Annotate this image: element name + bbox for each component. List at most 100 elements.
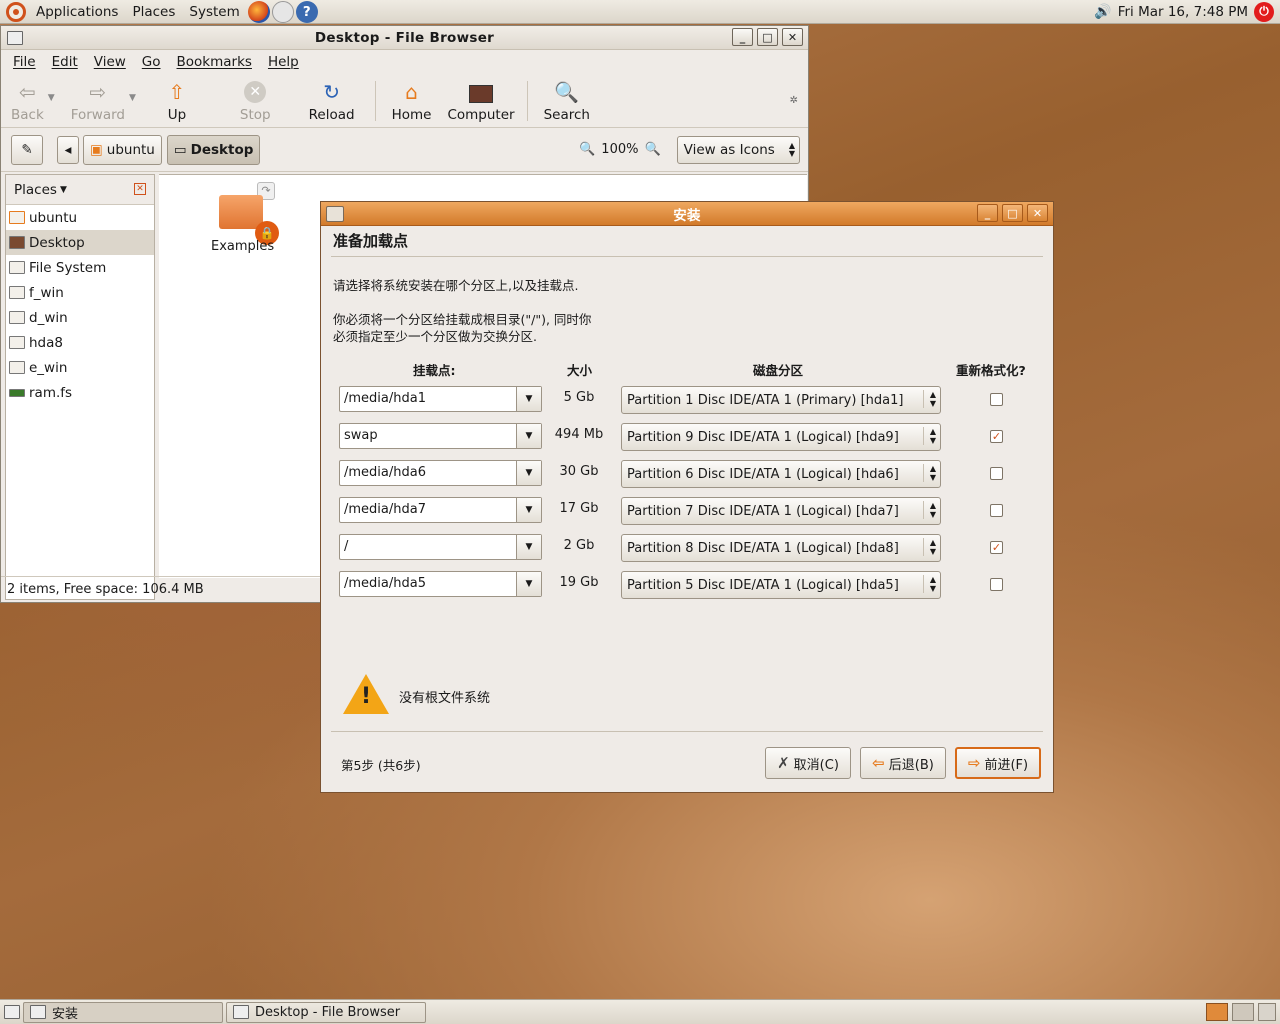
power-icon[interactable]: ⏻	[1254, 1, 1274, 22]
maximize-button[interactable]: □	[757, 28, 778, 46]
dropdown-arrow-icon[interactable]: ▼	[516, 535, 541, 559]
zoom-out-icon[interactable]: 🔍	[579, 142, 595, 157]
folder-icon[interactable]	[219, 195, 263, 229]
trash-icon[interactable]	[1258, 1003, 1276, 1021]
cancel-button[interactable]: ✗ 取消(C)	[765, 747, 851, 779]
partition-select[interactable]: Partition 6 Disc IDE/ATA 1 (Logical) [hd…	[621, 460, 941, 488]
sidebar-item-hda8[interactable]: hda8	[6, 330, 154, 355]
installer-icon	[30, 1005, 46, 1019]
forward-button[interactable]: ⇨ 前进(F)	[955, 747, 1041, 779]
up-button[interactable]: ⇧ Up	[136, 77, 210, 123]
workspace-switcher-1[interactable]	[1206, 1003, 1228, 1021]
menu-applications[interactable]: Applications	[29, 0, 125, 24]
menu-go[interactable]: Go	[134, 54, 169, 70]
cancel-icon: ✗	[777, 754, 790, 772]
taskbar-item-installer[interactable]: 安装	[23, 1001, 223, 1023]
menu-view[interactable]: View	[86, 54, 134, 70]
dropdown-arrow-icon[interactable]: ▼	[516, 387, 541, 411]
close-button[interactable]: ✕	[1027, 204, 1048, 222]
maximize-button[interactable]: □	[1002, 204, 1023, 222]
reformat-checkbox[interactable]	[990, 504, 1003, 517]
clock[interactable]: Fri Mar 16, 7:48 PM	[1118, 4, 1248, 20]
help-icon[interactable]: ?	[295, 0, 318, 23]
dropdown-arrow-icon[interactable]: ▼	[516, 461, 541, 485]
sidebar-item-e-win[interactable]: e_win	[6, 355, 154, 380]
installer-title: 安装	[673, 207, 701, 224]
menu-system[interactable]: System	[182, 0, 246, 24]
sidebar-item-d-win[interactable]: d_win	[6, 305, 154, 330]
home-button[interactable]: ⌂ Home	[382, 77, 442, 123]
sidebar-header[interactable]: Places ▼ ✕	[6, 175, 154, 205]
workspace-switcher-2[interactable]	[1232, 1003, 1254, 1021]
partition-row: /media/hda1 ▼ 5 Gb Partition 1 Disc IDE/A…	[321, 386, 1055, 416]
forward-history-dropdown[interactable]: ▼	[129, 93, 136, 103]
crumb-desktop[interactable]: ▭ Desktop	[166, 134, 261, 165]
taskbar-item-file-browser[interactable]: Desktop - File Browser	[226, 1001, 426, 1023]
reformat-checkbox[interactable]	[990, 467, 1003, 480]
reformat-checkbox[interactable]: ✓	[990, 541, 1003, 554]
sidebar-item-ram-fs[interactable]: ram.fs	[6, 380, 154, 405]
sidebar-item-file-system[interactable]: File System	[6, 255, 154, 280]
zoom-in-icon[interactable]: 🔍	[644, 142, 660, 157]
close-button[interactable]: ✕	[782, 28, 803, 46]
menu-help[interactable]: Help	[260, 54, 307, 70]
dropdown-arrow-icon[interactable]: ▼	[516, 424, 541, 448]
mount-point-value[interactable]: /	[340, 535, 516, 559]
sidebar-item-ubuntu[interactable]: ubuntu	[6, 205, 154, 230]
partition-select[interactable]: Partition 1 Disc IDE/ATA 1 (Primary) [hd…	[621, 386, 941, 414]
file-browser-titlebar[interactable]: Desktop - File Browser _ □ ✕	[1, 26, 808, 50]
firefox-icon[interactable]	[247, 0, 270, 23]
minimize-button[interactable]: _	[732, 28, 753, 46]
zoom-level[interactable]: 100%	[601, 142, 638, 157]
mount-point-combo[interactable]: /media/hda6 ▼	[339, 460, 542, 486]
reformat-checkbox[interactable]: ✓	[990, 430, 1003, 443]
file-label-examples[interactable]: Examples	[211, 239, 274, 254]
dropdown-arrow-icon[interactable]: ▼	[516, 572, 541, 596]
mount-point-combo[interactable]: /media/hda7 ▼	[339, 497, 542, 523]
mount-point-combo[interactable]: swap ▼	[339, 423, 542, 449]
partition-select[interactable]: Partition 7 Disc IDE/ATA 1 (Logical) [hd…	[621, 497, 941, 525]
menu-places[interactable]: Places	[125, 0, 182, 24]
back-button[interactable]: ⇦ Back	[1, 77, 48, 123]
partition-select[interactable]: Partition 9 Disc IDE/ATA 1 (Logical) [hd…	[621, 423, 941, 451]
mount-point-combo[interactable]: /media/hda1 ▼	[339, 386, 542, 412]
view-mode-select[interactable]: View as Icons ▲ ▼	[676, 135, 800, 164]
volume-icon[interactable]: 🔊	[1094, 4, 1111, 20]
ubuntu-logo-icon[interactable]	[6, 1, 26, 22]
path-left-button[interactable]: ◂	[57, 135, 79, 164]
stop-button[interactable]: ✕ Stop	[210, 77, 295, 123]
back-button[interactable]: ⇦ 后退(B)	[860, 747, 946, 779]
show-desktop-icon[interactable]	[4, 1005, 20, 1019]
sidebar-item-f-win[interactable]: f_win	[6, 280, 154, 305]
dropdown-arrow-icon[interactable]: ▼	[516, 498, 541, 522]
reformat-checkbox[interactable]	[990, 393, 1003, 406]
forward-button[interactable]: ⇨ Forward	[55, 77, 129, 123]
mount-point-value[interactable]: /media/hda5	[340, 572, 516, 596]
computer-icon	[469, 85, 493, 103]
partition-size: 19 Gb	[559, 575, 599, 590]
mount-point-combo[interactable]: /media/hda5 ▼	[339, 571, 542, 597]
close-sidebar-icon[interactable]: ✕	[134, 183, 146, 195]
partition-select[interactable]: Partition 8 Disc IDE/ATA 1 (Logical) [hd…	[621, 534, 941, 562]
partition-select[interactable]: Partition 5 Disc IDE/ATA 1 (Logical) [hd…	[621, 571, 941, 599]
back-history-dropdown[interactable]: ▼	[48, 93, 55, 103]
mount-point-combo[interactable]: / ▼	[339, 534, 542, 560]
minimize-button[interactable]: _	[977, 204, 998, 222]
toggle-location-button[interactable]: ✎	[11, 134, 43, 165]
menu-edit[interactable]: Edit	[44, 54, 86, 70]
mount-point-value[interactable]: /media/hda1	[340, 387, 516, 411]
mail-icon[interactable]	[271, 0, 294, 23]
reload-button[interactable]: ↻ Reload	[295, 77, 369, 123]
mount-point-value[interactable]: swap	[340, 424, 516, 448]
search-button[interactable]: 🔍 Search	[534, 77, 600, 123]
computer-button[interactable]: Computer	[441, 77, 520, 123]
reformat-checkbox[interactable]	[990, 578, 1003, 591]
menu-bookmarks[interactable]: Bookmarks	[169, 54, 260, 70]
desktop-icon	[9, 236, 25, 249]
mount-point-value[interactable]: /media/hda7	[340, 498, 516, 522]
mount-point-value[interactable]: /media/hda6	[340, 461, 516, 485]
sidebar-item-desktop[interactable]: Desktop	[6, 230, 154, 255]
menu-file[interactable]: File	[5, 54, 44, 70]
crumb-ubuntu[interactable]: ▣ ubuntu	[83, 134, 162, 165]
installer-titlebar[interactable]: 安装 _ □ ✕	[321, 202, 1053, 226]
